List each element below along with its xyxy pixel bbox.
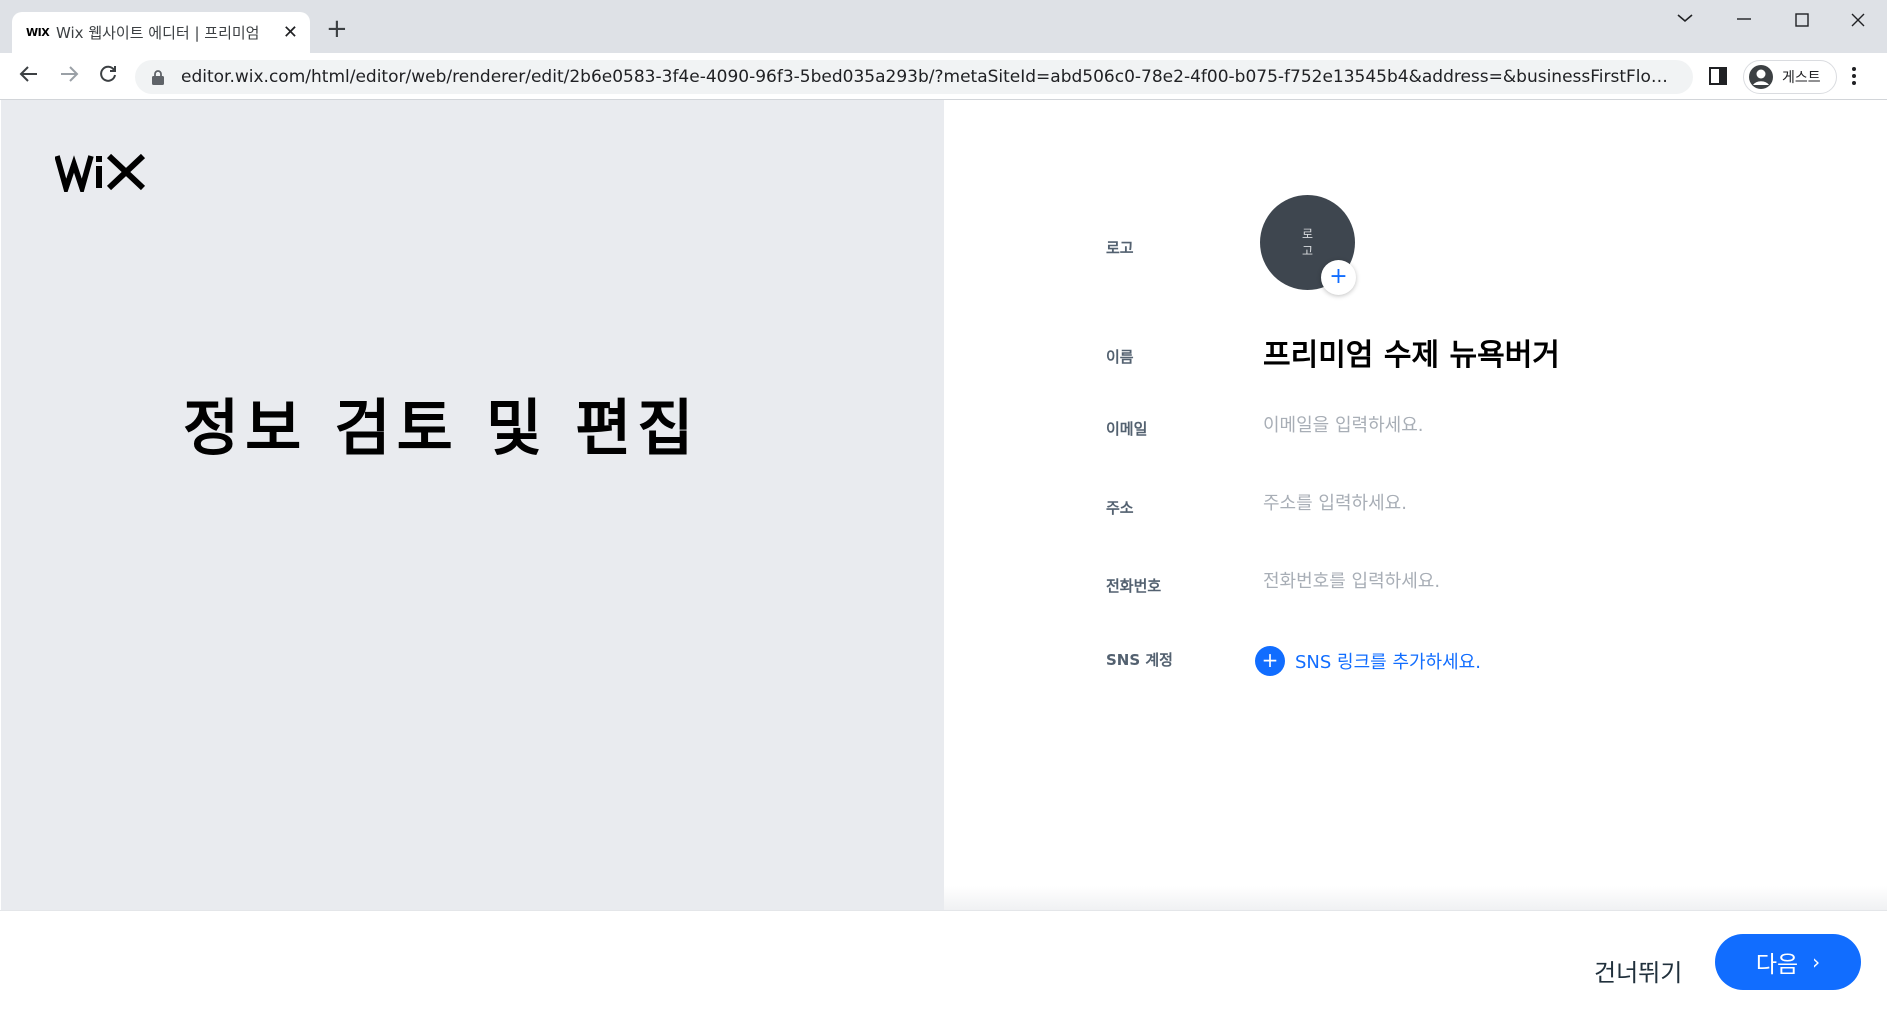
phone-field[interactable]	[1263, 571, 1623, 592]
profile-button[interactable]: 게스트	[1743, 60, 1837, 94]
back-arrow-icon[interactable]	[18, 63, 40, 89]
form-bottom-fade	[944, 886, 1887, 910]
add-logo-button[interactable]: +	[1321, 260, 1356, 295]
business-info-form: 로고 로 고 + 이름 프리미엄 수제 뉴욕버거 이메일 주소 전화번호 SNS…	[944, 100, 1887, 910]
url-text: editor.wix.com/html/editor/web/renderer/…	[181, 67, 1681, 87]
skip-button[interactable]: 건너뛰기	[1594, 953, 1682, 988]
logo-placeholder-text-line2: 고	[1301, 243, 1314, 258]
email-field[interactable]	[1263, 415, 1623, 436]
logo-label: 로고	[1106, 239, 1134, 257]
maximize-icon[interactable]	[1794, 12, 1810, 28]
phone-label: 전화번호	[1106, 577, 1162, 595]
wix-logo	[54, 152, 147, 198]
left-panel: 정보 검토 및 편집	[1, 100, 944, 910]
add-sns-link-text: SNS 링크를 추가하세요.	[1295, 652, 1481, 673]
browser-tabstrip: WIX Wix 웹사이트 에디터 | 프리미엄 ✕ +	[0, 0, 1887, 53]
tab-title: Wix 웹사이트 에디터 | 프리미엄	[56, 24, 260, 42]
minimize-icon[interactable]	[1736, 12, 1752, 26]
tab-close-icon[interactable]: ✕	[283, 22, 298, 43]
profile-label: 게스트	[1782, 70, 1821, 86]
business-name-field[interactable]: 프리미엄 수제 뉴욕버거	[1263, 330, 1560, 374]
wix-logo-icon	[54, 153, 146, 198]
browser-tab-active[interactable]: WIX Wix 웹사이트 에디터 | 프리미엄 ✕	[12, 12, 310, 53]
email-label: 이메일	[1106, 420, 1148, 438]
chevron-right-icon: ›	[1812, 950, 1821, 974]
close-window-icon[interactable]	[1850, 12, 1866, 28]
address-label: 주소	[1106, 499, 1134, 517]
forward-arrow-icon[interactable]	[58, 63, 80, 89]
address-field[interactable]	[1263, 493, 1623, 514]
new-tab-plus-icon[interactable]: +	[326, 14, 348, 44]
page-title: 정보 검토 및 편집	[183, 393, 700, 464]
sns-label: SNS 계정	[1106, 651, 1173, 669]
browser-toolbar: editor.wix.com/html/editor/web/renderer/…	[0, 53, 1887, 100]
address-bar[interactable]: editor.wix.com/html/editor/web/renderer/…	[135, 60, 1693, 94]
reload-icon[interactable]	[97, 63, 119, 89]
next-button-label: 다음	[1755, 952, 1799, 978]
add-sns-link-button[interactable]: + SNS 링크를 추가하세요.	[1255, 646, 1481, 676]
editor-onboarding-page: 정보 검토 및 편집 로고 로 고 + 이름 프리미엄 수제 뉴욕버거 이메일 …	[0, 100, 1887, 1012]
footer-bar: 건너뛰기 다음 ›	[0, 910, 1887, 1012]
name-label: 이름	[1106, 348, 1134, 366]
logo-placeholder-text-line1: 로	[1301, 226, 1314, 241]
profile-avatar-icon	[1749, 65, 1773, 89]
tab-search-chevron-icon[interactable]	[1676, 12, 1694, 24]
lock-icon	[152, 70, 164, 85]
side-panel-icon[interactable]	[1708, 66, 1728, 90]
next-button[interactable]: 다음 ›	[1715, 934, 1861, 990]
add-sns-plus-icon: +	[1255, 646, 1285, 676]
more-menu-icon[interactable]	[1851, 65, 1857, 91]
wix-favicon-icon: WIX	[26, 26, 50, 39]
